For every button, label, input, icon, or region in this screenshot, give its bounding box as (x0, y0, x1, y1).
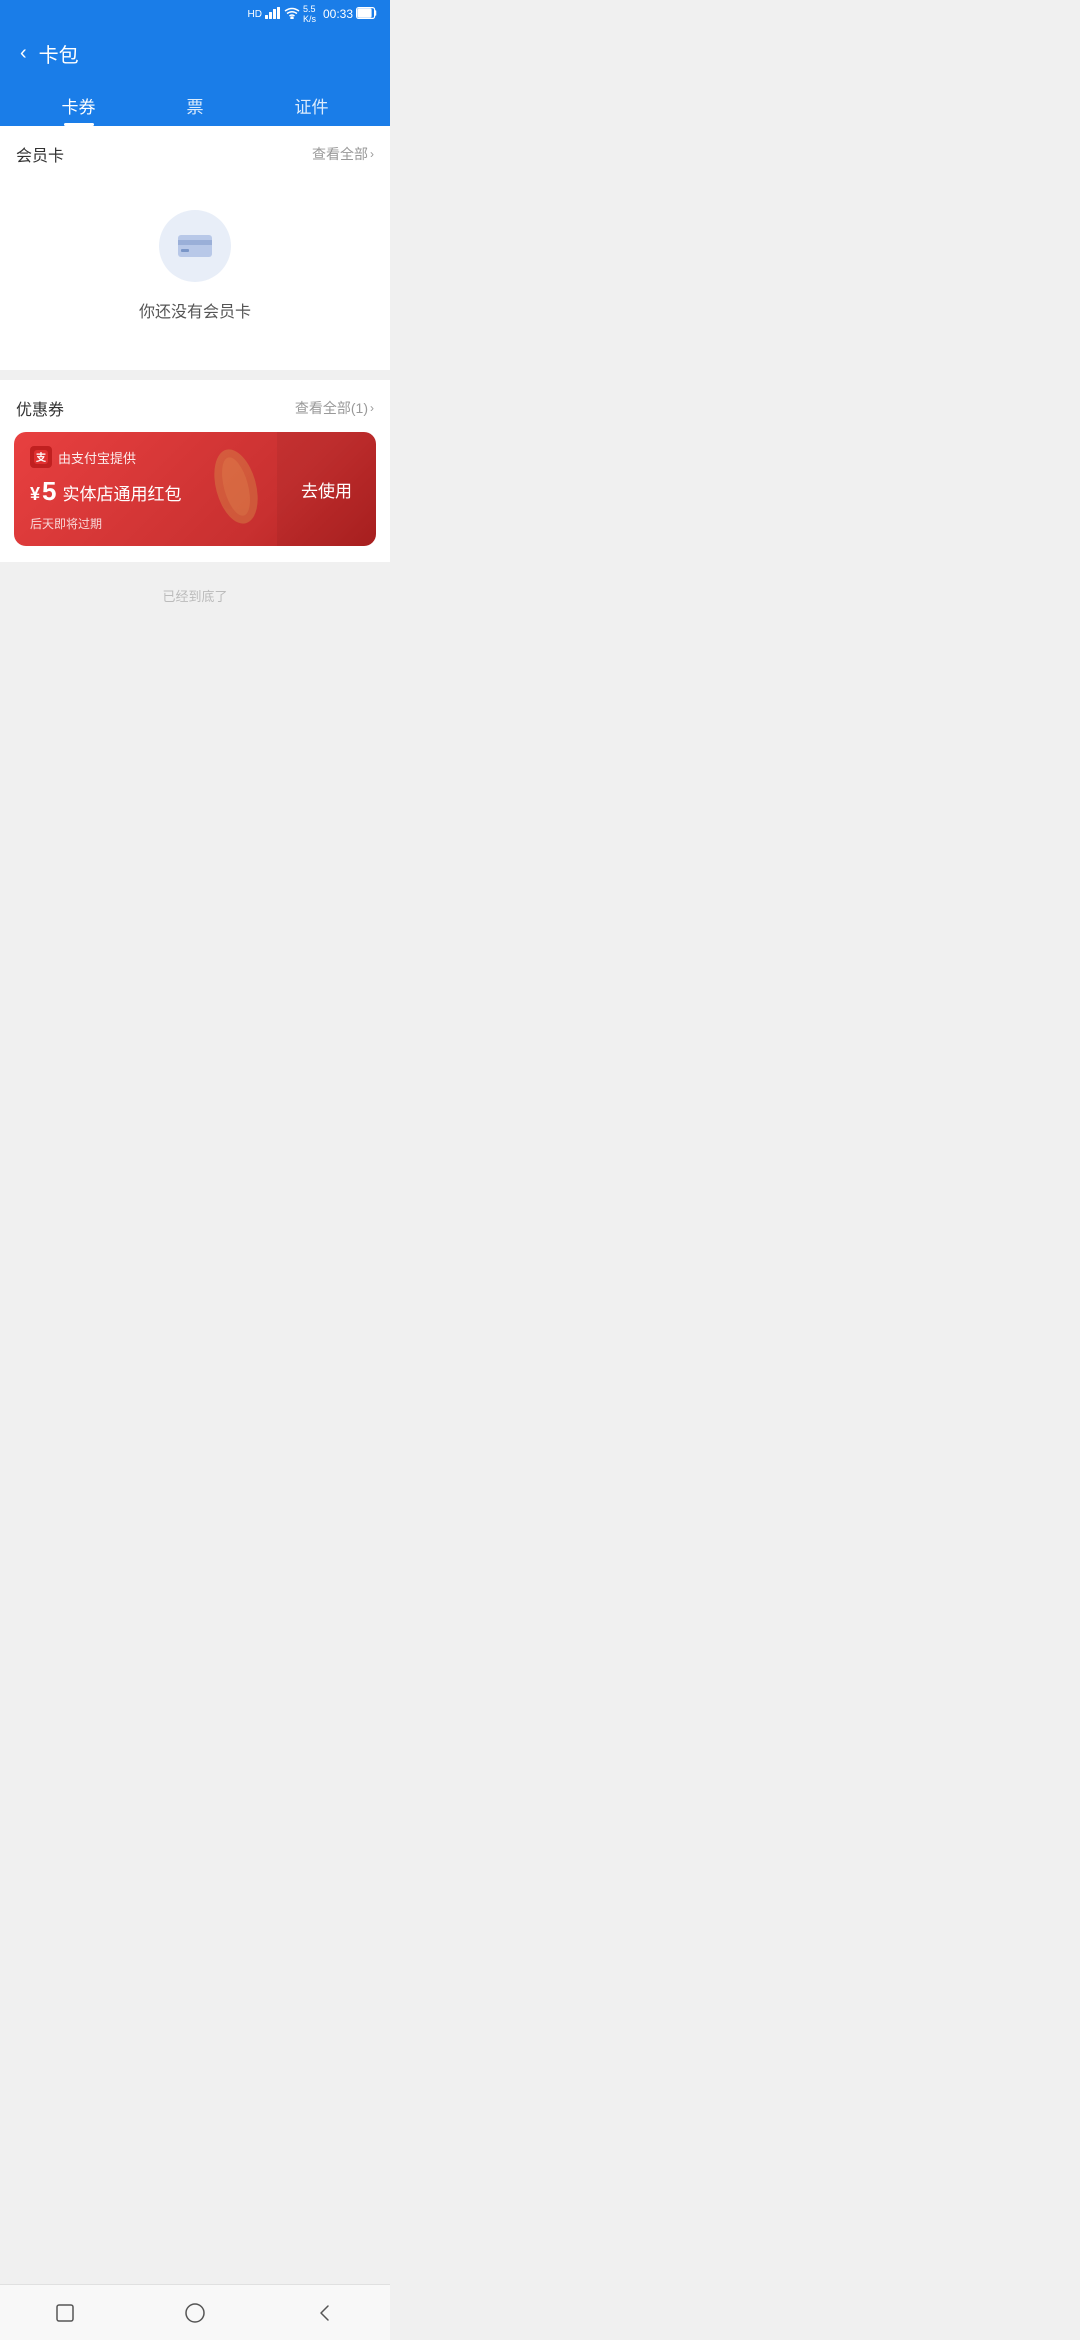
battery-icon (356, 7, 378, 22)
coupon-title: 优惠券 (16, 396, 64, 420)
coupon-section-header: 优惠券 查看全部(1) › (0, 380, 390, 432)
network-label: HD (248, 9, 262, 20)
coupon-view-all[interactable]: 查看全部(1) › (295, 398, 374, 418)
status-icons: HD 5.5K/s 00:33 (248, 4, 379, 24)
coupon-section: 优惠券 查看全部(1) › 支 由支付宝提供 ¥ (0, 380, 390, 562)
coupon-amount-number: 5 (42, 476, 56, 507)
wifi-icon (284, 7, 300, 22)
tab-bar: 卡券 票 证件 (16, 85, 374, 126)
coupon-decoration (206, 447, 266, 532)
coupon-action-area[interactable]: 去使用 (277, 432, 376, 546)
member-card-view-all[interactable]: 查看全部 › (312, 144, 374, 164)
empty-card-icon (159, 210, 231, 282)
nav-square-button[interactable] (47, 2295, 83, 2331)
tab-cards[interactable]: 卡券 (46, 85, 112, 126)
alipay-provider-icon: 支 (30, 446, 52, 468)
member-card-section: 会员卡 查看全部 › 你还没有会员卡 (0, 126, 390, 370)
coupon-card[interactable]: 支 由支付宝提供 ¥ 5 实体店通用红包 后天即将过期 (14, 432, 376, 546)
header: ‹ 卡包 卡券 票 证件 (0, 28, 390, 126)
time-label: 00:33 (323, 7, 353, 21)
tab-tickets[interactable]: 票 (171, 85, 220, 126)
page-title: 卡包 (39, 39, 79, 68)
main-content: 会员卡 查看全部 › 你还没有会员卡 优惠券 查看全部(1) › (0, 126, 390, 685)
member-card-title: 会员卡 (16, 142, 64, 166)
empty-state: 你还没有会员卡 (0, 178, 390, 370)
back-button[interactable]: ‹ (16, 38, 31, 69)
currency-symbol: ¥ (30, 484, 40, 505)
signal-icon (265, 7, 281, 22)
status-bar: HD 5.5K/s 00:33 (0, 0, 390, 28)
nav-home-button[interactable] (177, 2295, 213, 2331)
coupon-chevron-icon: › (370, 401, 374, 415)
header-title-row: ‹ 卡包 (16, 38, 374, 69)
tab-certs[interactable]: 证件 (279, 85, 345, 126)
coupon-name: 实体店通用红包 (62, 480, 181, 505)
nav-back-button[interactable] (307, 2295, 343, 2331)
section-divider (0, 370, 390, 380)
nav-bar (0, 2284, 390, 2340)
member-card-header: 会员卡 查看全部 › (0, 126, 390, 178)
bottom-end-text: 已经到底了 (0, 562, 390, 621)
coupon-use-button[interactable]: 去使用 (301, 477, 352, 502)
empty-text: 你还没有会员卡 (139, 298, 251, 322)
coupon-provider-text: 由支付宝提供 (58, 448, 136, 467)
svg-text:支: 支 (35, 451, 47, 464)
chevron-right-icon: › (370, 147, 374, 161)
speed-label: 5.5K/s (303, 4, 316, 24)
